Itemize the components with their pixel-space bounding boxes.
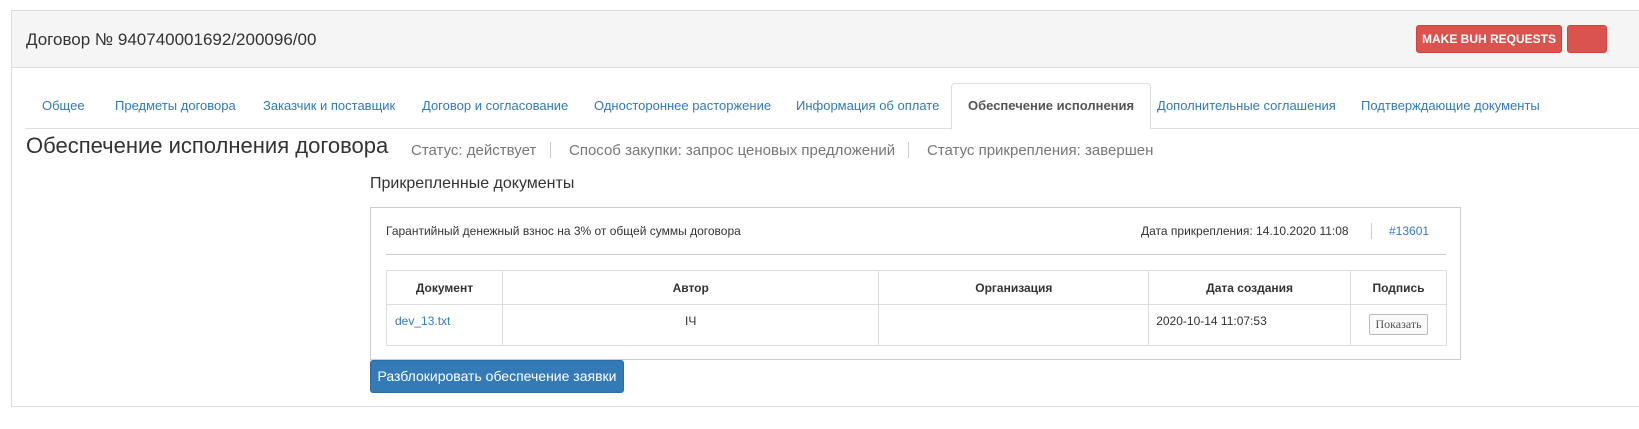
column-header-document: Документ bbox=[386, 270, 503, 305]
tab-payment-info[interactable]: Информация об оплате bbox=[780, 83, 955, 129]
signature-cell: Показать bbox=[1350, 304, 1447, 346]
secondary-danger-button[interactable] bbox=[1567, 25, 1607, 53]
card-rule bbox=[386, 254, 1446, 255]
column-header-organization: Организация bbox=[878, 270, 1150, 305]
tab-customer-supplier[interactable]: Заказчик и поставщик bbox=[247, 83, 411, 129]
document-link[interactable]: dev_13.txt bbox=[395, 314, 450, 328]
table-header-row: Документ Автор Организация Дата создания… bbox=[386, 270, 1447, 305]
make-buh-requests-button[interactable]: MAKE BUH REQUESTS bbox=[1416, 25, 1562, 53]
tab-performance-security[interactable]: Обеспечение исполнения bbox=[951, 83, 1152, 130]
meta-divider bbox=[908, 142, 909, 158]
document-description: Гарантийный денежный взнос на 3% от обще… bbox=[386, 224, 741, 238]
tab-bar: Общее Предметы договора Заказчик и поста… bbox=[26, 83, 1639, 130]
section-title: Обеспечение исполнения договора bbox=[26, 133, 389, 158]
card-divider bbox=[1371, 223, 1372, 239]
attachment-id-link[interactable]: #13601 bbox=[1389, 224, 1429, 238]
tab-general[interactable]: Общее bbox=[26, 83, 101, 129]
table-row: dev_13.txt ІЧ 2020-10-14 11:07:53 Показа… bbox=[386, 304, 1447, 346]
tab-unilateral-termination[interactable]: Одностороннее расторжение bbox=[578, 83, 787, 129]
organization-cell bbox=[878, 304, 1150, 346]
column-header-author: Автор bbox=[501, 270, 880, 305]
documents-table: Документ Автор Организация Дата создания… bbox=[386, 270, 1447, 346]
author-cell: ІЧ bbox=[501, 304, 880, 346]
attached-documents-heading: Прикрепленные документы bbox=[370, 175, 575, 192]
tab-additional-agreements[interactable]: Дополнительные соглашения bbox=[1141, 83, 1352, 129]
show-signature-button[interactable]: Показать bbox=[1369, 314, 1428, 335]
meta-divider bbox=[550, 142, 551, 158]
procurement-method-text: Способ закупки: запрос ценовых предложен… bbox=[569, 142, 896, 159]
tab-supporting-documents[interactable]: Подтверждающие документы bbox=[1345, 83, 1556, 129]
column-header-created: Дата создания bbox=[1148, 270, 1351, 305]
document-cell: dev_13.txt bbox=[386, 304, 503, 346]
attachment-date: Дата прикрепления: 14.10.2020 11:08 bbox=[1141, 224, 1349, 238]
contract-title: Договор № 940740001692/200096/00 bbox=[26, 30, 317, 49]
attachment-status-text: Статус прикрепления: завершен bbox=[927, 142, 1154, 159]
attached-document-card: Гарантийный денежный взнос на 3% от обще… bbox=[370, 207, 1461, 360]
panel-header: Договор № 940740001692/200096/00 MAKE BU… bbox=[12, 11, 1639, 68]
status-text: Статус: действует bbox=[411, 142, 537, 159]
contract-panel: Договор № 940740001692/200096/00 MAKE BU… bbox=[11, 10, 1639, 407]
unlock-security-button[interactable]: Разблокировать обеспечение заявки bbox=[370, 360, 624, 393]
tab-contract-approval[interactable]: Договор и согласование bbox=[406, 83, 584, 129]
column-header-signature: Подпись bbox=[1350, 270, 1447, 305]
created-date-cell: 2020-10-14 11:07:53 bbox=[1148, 304, 1351, 346]
tab-contract-items[interactable]: Предметы договора bbox=[99, 83, 252, 129]
